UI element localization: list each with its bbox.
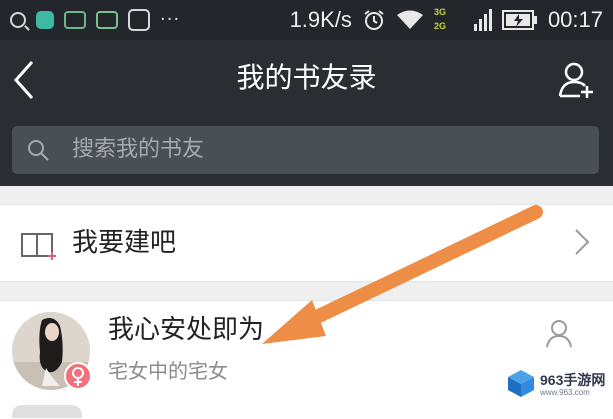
cube-logo-icon: [508, 370, 534, 397]
friend-name: 我心安处即为: [108, 315, 265, 345]
next-item-avatar-edge: [12, 405, 82, 418]
friend-description: 宅女中的宅女: [108, 359, 228, 383]
message-notification-icon: [64, 11, 86, 29]
more-notifications-icon: ···: [160, 9, 181, 30]
watermark-logo: 963手游网 www.963.com: [506, 366, 606, 406]
search-input[interactable]: 搜索我的书友: [12, 126, 599, 174]
app-notification-icon: [36, 11, 54, 29]
clock-time: 00:17: [547, 7, 603, 32]
search-notification-icon: [10, 12, 26, 28]
search-icon: [28, 140, 49, 161]
signal-icon: [473, 9, 492, 31]
section-gap: [0, 186, 613, 204]
search-placeholder: 搜索我的书友: [72, 137, 205, 162]
female-icon: [72, 367, 84, 386]
alarm-icon: [362, 8, 386, 32]
add-friend-icon: [558, 62, 593, 98]
notification-icons: ···: [10, 9, 180, 31]
system-status: 1.9K/s 3G 2G 00:17: [290, 0, 603, 40]
person-icon[interactable]: [544, 318, 574, 348]
network-type-bottom: 2G: [433, 21, 446, 31]
create-bar-row[interactable]: 我要建吧: [0, 204, 613, 282]
book-icon: [21, 233, 56, 260]
page-title: 我的书友录: [236, 61, 377, 94]
watermark-brand: 963手游网: [540, 372, 606, 388]
wifi-icon: [396, 9, 424, 31]
network-type: 3G 2G: [434, 5, 464, 35]
network-speed: 1.9K/s: [289, 7, 352, 32]
create-bar-label: 我要建吧: [72, 228, 177, 258]
battery-icon: [501, 9, 538, 31]
chevron-right-icon: [575, 229, 590, 255]
cat-app-notification-icon: [128, 9, 150, 31]
watermark-url: www.963.com: [540, 388, 590, 397]
section-gap: [0, 282, 613, 300]
status-bar: ··· 1.9K/s 3G 2G 00:17: [0, 0, 613, 40]
network-type-top: 3G: [433, 7, 446, 17]
add-friend-button[interactable]: [554, 58, 598, 102]
chat-notification-icon: [96, 11, 118, 29]
female-badge: [64, 362, 92, 390]
